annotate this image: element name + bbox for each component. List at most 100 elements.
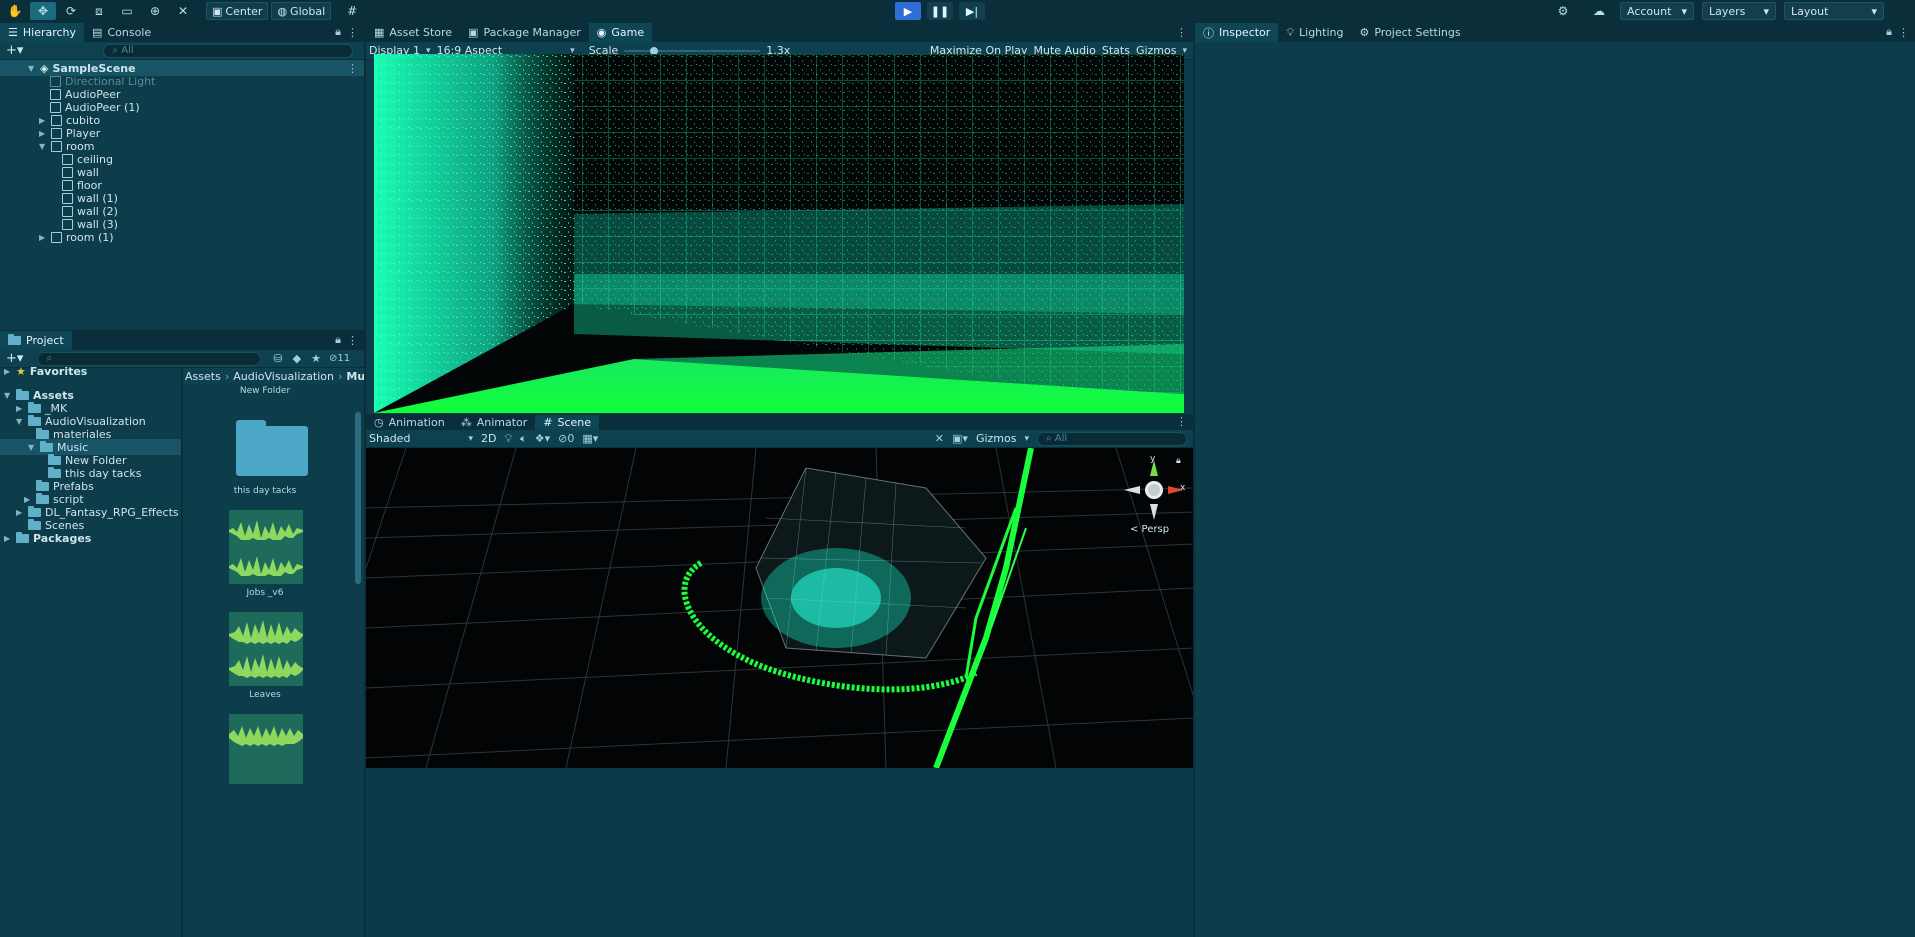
tab-console[interactable]: ▤ Console <box>84 23 159 42</box>
favorites-row[interactable]: ▶ ★ Favorites <box>4 363 87 379</box>
folder-asset-icon[interactable] <box>236 420 308 476</box>
layers-dropdown[interactable]: Layers ▾ <box>1702 2 1776 20</box>
step-button[interactable]: ▶| <box>959 2 985 20</box>
expand-arrow-icon[interactable]: ▶ <box>24 495 32 504</box>
folder-icon <box>28 414 41 426</box>
expand-arrow-icon[interactable]: ▼ <box>39 142 47 151</box>
lock-icon[interactable]: 🔒︎ <box>335 333 341 347</box>
expand-arrow-icon[interactable]: ▼ <box>16 417 24 426</box>
gizmos-toggle[interactable]: Gizmos <box>976 432 1017 445</box>
tab-lighting[interactable]: 💡︎ Lighting <box>1278 23 1351 42</box>
kebab-menu-icon[interactable]: ⋮ <box>347 26 358 39</box>
scene-search-input[interactable]: ⌕ All <box>1037 431 1187 446</box>
grid-snap-icon[interactable]: # <box>339 2 365 20</box>
visibility-icon[interactable]: ⊘0 <box>558 432 574 445</box>
hierarchy-item[interactable]: ▶ room (1) <box>39 229 114 245</box>
tab-hierarchy[interactable]: ☰ Hierarchy <box>0 23 85 42</box>
hierarchy-panel: ☰ Hierarchy ▤ Console 🔒︎ ⋮ +▾ ⌕ All ▼ ◈ Sa… <box>0 22 364 328</box>
kebab-menu-icon[interactable]: ⋮ <box>1176 26 1187 39</box>
hand-tool-icon[interactable]: ✋ <box>2 2 28 20</box>
tab-scene[interactable]: # Scene <box>535 415 600 430</box>
audio-clip-thumbnail[interactable] <box>229 510 303 584</box>
favorite-star-icon[interactable]: ★ <box>311 352 321 365</box>
panel-divider[interactable] <box>364 22 366 937</box>
tab-game[interactable]: ◉ Game <box>588 23 653 42</box>
expand-arrow-icon[interactable]: ▶ <box>39 233 47 242</box>
game-viewport[interactable] <box>374 54 1184 413</box>
effects-icon[interactable]: ❖▾ <box>535 432 550 445</box>
hidden-packages-icon[interactable]: ⊘11 <box>329 353 350 364</box>
2d-toggle[interactable]: 2D <box>481 432 496 445</box>
kebab-menu-icon[interactable]: ⋮ <box>1898 26 1909 39</box>
audio-toggle-icon[interactable]: 🔈︎ <box>520 432 527 446</box>
scene-grid-icon: # <box>543 416 553 429</box>
lock-icon[interactable]: 🔒︎ <box>335 25 341 39</box>
expand-arrow-icon[interactable]: ▶ <box>4 367 12 376</box>
custom-tool-icon[interactable]: ✕ <box>170 2 196 20</box>
gameobject-icon <box>50 88 61 100</box>
kebab-menu-icon[interactable]: ⋮ <box>347 62 358 75</box>
expand-arrow-icon[interactable]: ▶ <box>16 508 24 517</box>
asset-label: Jobs _v6 <box>246 588 284 598</box>
breadcrumb-item[interactable]: AudioVisualization <box>233 370 334 383</box>
gameobject-icon <box>51 140 62 152</box>
chevron-down-icon[interactable]: ▾ <box>468 434 473 444</box>
expand-arrow-icon[interactable]: ▶ <box>39 116 47 125</box>
project-assets-grid: Assets› AudioVisualization› Music New Fo… <box>183 368 382 937</box>
scene-viewport[interactable]: y x 🔒︎ < Persp <box>366 448 1194 768</box>
tab-project[interactable]: Project <box>0 331 72 350</box>
scrollbar-thumb[interactable] <box>355 412 361 584</box>
lock-icon[interactable]: 🔒︎ <box>1886 25 1892 39</box>
tab-project-settings[interactable]: ⚙ Project Settings <box>1351 23 1468 42</box>
shading-dropdown[interactable]: Shaded <box>369 432 410 445</box>
play-button[interactable]: ▶ <box>895 2 921 20</box>
account-dropdown[interactable]: Account ▾ <box>1620 2 1694 20</box>
chevron-right-icon: › <box>224 369 230 383</box>
audio-clip-thumbnail[interactable] <box>229 612 303 686</box>
layout-dropdown[interactable]: Layout ▾ <box>1784 2 1884 20</box>
play-controls: ▶ ❚❚ ▶| <box>892 2 988 20</box>
pivot-global-button[interactable]: ◍ Global <box>271 2 332 20</box>
gameobject-icon <box>62 179 73 191</box>
collab-icon[interactable]: ⚙ <box>1550 2 1576 20</box>
cloud-icon[interactable]: ☁ <box>1586 2 1612 20</box>
expand-arrow-icon[interactable]: ▶ <box>4 534 12 543</box>
tab-animator[interactable]: ⁂ Animator <box>453 415 536 430</box>
tab-package-manager[interactable]: ▣ Package Manager <box>460 23 589 42</box>
folder-row[interactable]: ▶ Packages <box>4 530 91 546</box>
search-by-type-icon[interactable]: ⛁ <box>273 352 282 365</box>
expand-arrow-icon[interactable]: ▼ <box>4 391 12 400</box>
tab-animation[interactable]: ◷ Animation <box>366 415 453 430</box>
scale-tool-icon[interactable]: ⧈ <box>86 2 112 20</box>
expand-arrow-icon[interactable]: ▼ <box>28 443 36 452</box>
perspective-toggle[interactable]: < Persp <box>1130 524 1169 535</box>
breadcrumb-item[interactable]: Assets <box>185 370 221 383</box>
kebab-menu-icon[interactable]: ⋮ <box>1176 415 1187 428</box>
lock-icon[interactable]: 🔒︎ <box>1176 456 1181 466</box>
camera-icon[interactable]: ▣▾ <box>952 432 968 445</box>
gameobject-icon <box>51 231 62 243</box>
label-icon[interactable]: ◆ <box>293 352 301 365</box>
tab-asset-store[interactable]: ▦ Asset Store <box>366 23 460 42</box>
audio-clip-thumbnail[interactable] <box>229 714 303 784</box>
expand-arrow-icon[interactable]: ▼ <box>28 64 36 73</box>
rotate-tool-icon[interactable]: ⟳ <box>58 2 84 20</box>
gear-icon: ⚙ <box>1359 26 1370 39</box>
move-tool-icon[interactable]: ✥ <box>30 2 56 20</box>
pivot-center-button[interactable]: ▣ Center <box>206 2 269 20</box>
kebab-menu-icon[interactable]: ⋮ <box>347 334 358 347</box>
pause-button[interactable]: ❚❚ <box>927 2 953 20</box>
waveform-icon <box>229 612 303 686</box>
tab-inspector[interactable]: ⓘ Inspector <box>1195 23 1279 42</box>
tools-icon[interactable]: ✕ <box>935 432 944 445</box>
expand-arrow-icon[interactable]: ▶ <box>16 404 24 413</box>
hierarchy-search-input[interactable]: ⌕ All <box>103 43 354 58</box>
transform-tool-icon[interactable]: ⊕ <box>142 2 168 20</box>
rect-tool-icon[interactable]: ▭ <box>114 2 140 20</box>
expand-arrow-icon[interactable]: ▶ <box>39 129 47 138</box>
gameobject-icon <box>62 166 73 178</box>
grid-icon[interactable]: ▦▾ <box>582 432 598 445</box>
chevron-down-icon[interactable]: ▾ <box>1024 434 1029 444</box>
lighting-toggle-icon[interactable]: 💡︎ <box>504 432 512 446</box>
add-icon[interactable]: +▾ <box>6 43 23 58</box>
